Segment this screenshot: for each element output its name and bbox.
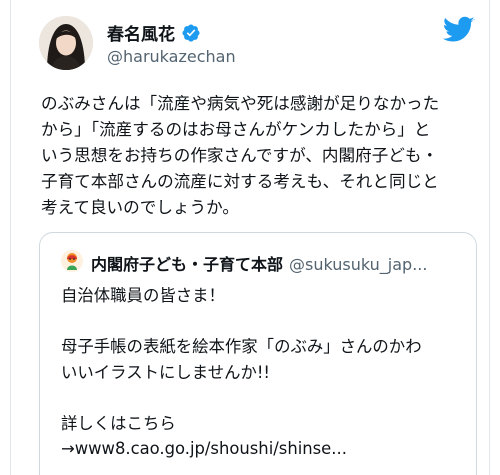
quote-tweet-card[interactable]: 内閣府子ども・子育て本部 @sukusuku_jap... 自治体職員の皆さま！…: [39, 232, 477, 475]
tweet-card[interactable]: 春名風花 @harukazechan のぶみさんは「流産や病気や死は感謝が足りな…: [10, 0, 490, 475]
author-avatar[interactable]: [39, 16, 93, 70]
verified-badge-icon: [181, 23, 201, 43]
author-avatar-image: [39, 16, 93, 70]
quote-author-handle[interactable]: @sukusuku_jap...: [289, 255, 427, 274]
quote-text-line: 母子手帳の表紙を絵本作家「のぶみ」さんのかわ: [61, 337, 422, 356]
quote-author-name[interactable]: 内閣府子ども・子育て本部: [91, 251, 283, 275]
author-handle[interactable]: @harukazechan: [107, 47, 236, 66]
tweet-text-line: 考えて良いのでしょうか。: [41, 198, 239, 217]
quote-text-line: 詳しくはこちら: [61, 413, 176, 433]
quote-text-line: 自治体職員の皆さま！: [61, 286, 225, 305]
quote-header: 内閣府子ども・子育て本部 @sukusuku_jap...: [91, 251, 427, 275]
tweet-text-line: 子育て本部さんの流産に対する考えも、それと同じと: [41, 172, 439, 191]
tweet-text-line: いう思想をお持ちの作家さんですが、内閣府子ども・: [41, 146, 439, 165]
author-name[interactable]: 春名風花: [107, 20, 175, 45]
twitter-bird-icon[interactable]: [442, 16, 475, 44]
quote-text-line: [61, 385, 461, 411]
author-name-row: 春名風花: [107, 20, 201, 45]
tweet-text-line: から」「流産するのはお母さんがケンカしたから」と: [41, 120, 431, 139]
tweet-text-line: のぶみさんは「流産や病気や死は感謝が足りなかった: [41, 94, 440, 113]
tweet-text: のぶみさんは「流産や病気や死は感謝が足りなかった から」「流産するのはお母さんが…: [41, 91, 481, 221]
quote-link[interactable]: →www8.cao.go.jp/shoushi/shinse...: [61, 436, 461, 462]
quote-text: 自治体職員の皆さま！ 母子手帳の表紙を絵本作家「のぶみ」さんのかわ いいイラスト…: [61, 283, 461, 462]
quote-text-line: [61, 309, 461, 335]
quote-text-line: いいイラストにしませんか!!: [61, 362, 271, 382]
quote-author-avatar[interactable]: [61, 250, 83, 272]
quote-author-avatar-image: [61, 250, 83, 272]
